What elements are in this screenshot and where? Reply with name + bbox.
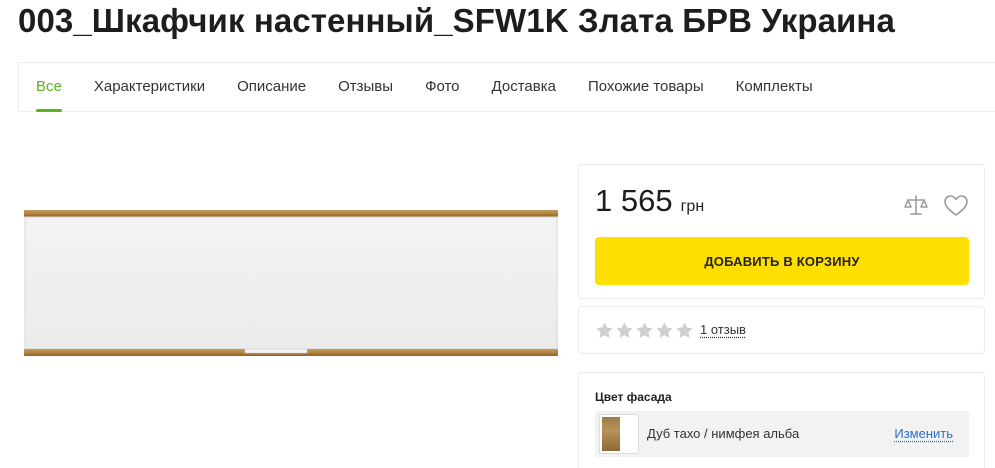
wall-cabinet-image [24, 210, 558, 356]
facade-color-value: Дуб тахо / нимфея альба [647, 426, 800, 441]
tab-description[interactable]: Описание [237, 62, 306, 112]
price-panel: 1 565 грн ДОБАВИТЬ В КОРЗИНУ [578, 164, 985, 299]
tab-similar[interactable]: Похожие товары [588, 62, 704, 112]
star-icon [676, 322, 693, 338]
product-tabs: Все Характеристики Описание Отзывы Фото … [18, 62, 995, 112]
add-to-cart-button[interactable]: ДОБАВИТЬ В КОРЗИНУ [595, 237, 969, 285]
star-icon [656, 322, 673, 338]
star-icon [636, 322, 653, 338]
tab-delivery[interactable]: Доставка [492, 62, 556, 112]
star-icon [616, 322, 633, 338]
rating-stars[interactable] [595, 321, 694, 340]
price: 1 565 грн [595, 183, 704, 219]
change-color-link[interactable]: Изменить [894, 426, 953, 441]
tab-sets[interactable]: Комплекты [736, 62, 813, 112]
price-value: 1 565 [595, 183, 673, 218]
tab-characteristics[interactable]: Характеристики [94, 62, 205, 112]
facade-color-label: Цвет фасада [595, 390, 672, 404]
rating-panel: 1 отзыв [578, 306, 985, 354]
tab-all[interactable]: Все [36, 62, 62, 112]
tab-photo[interactable]: Фото [425, 62, 459, 112]
product-image[interactable] [20, 200, 560, 360]
facade-color-selector[interactable]: Дуб тахо / нимфея альба Изменить [595, 411, 969, 457]
price-currency: грн [680, 198, 705, 215]
facade-color-panel: Цвет фасада Дуб тахо / нимфея альба Изме… [578, 372, 985, 468]
reviews-link[interactable]: 1 отзыв [700, 322, 746, 337]
product-title: 003_Шкафчик настенный_SFW1K Злата БРВ Ук… [18, 2, 895, 39]
heart-icon[interactable] [943, 193, 969, 219]
tab-reviews[interactable]: Отзывы [338, 62, 393, 112]
color-swatch [599, 414, 639, 454]
star-icon [596, 322, 613, 338]
compare-scales-icon[interactable] [903, 193, 929, 219]
